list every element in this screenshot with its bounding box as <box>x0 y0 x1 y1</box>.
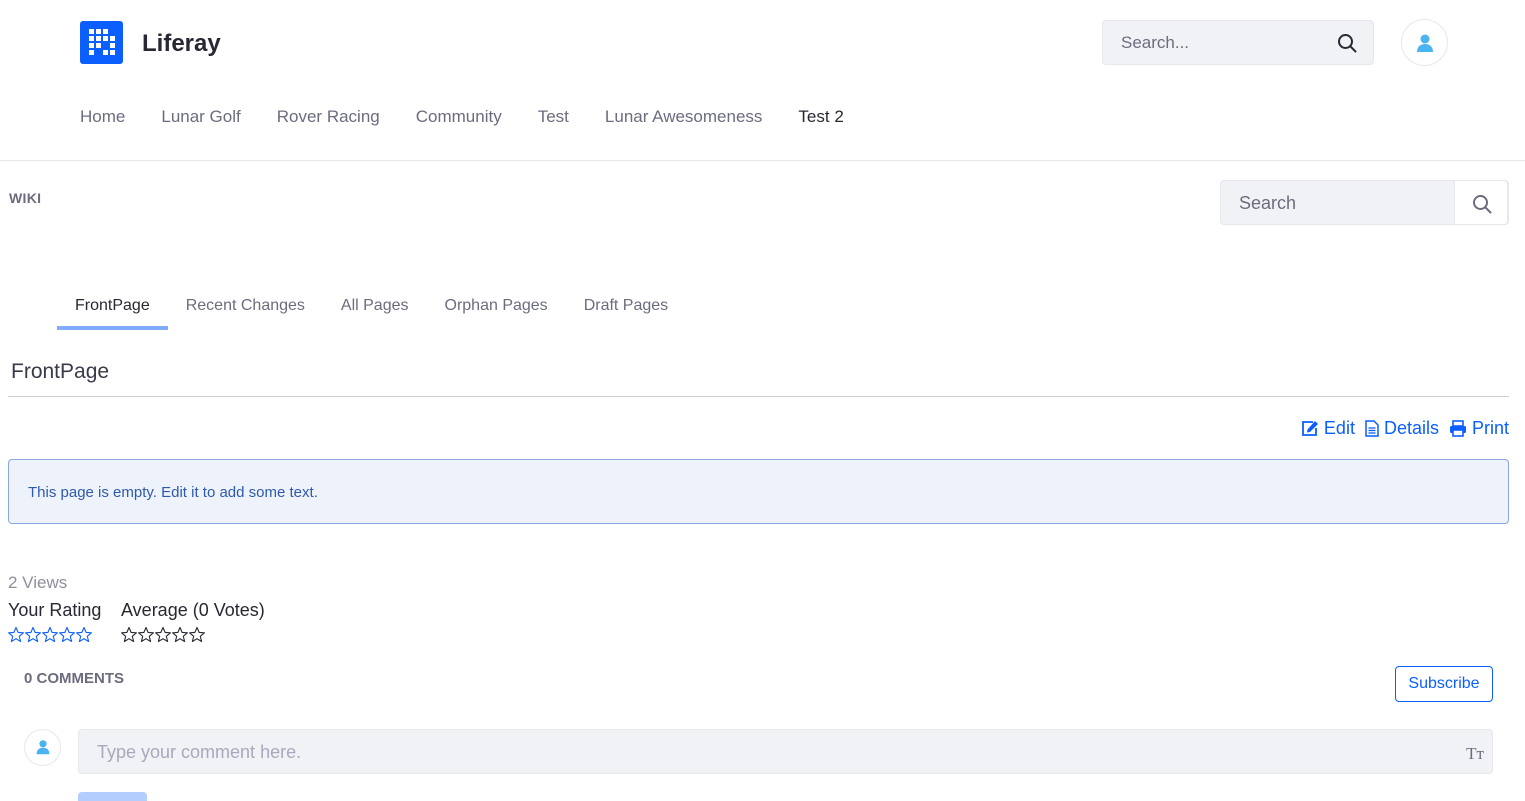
tab-frontpage[interactable]: FrontPage <box>57 286 168 330</box>
star-icon[interactable] <box>42 626 58 643</box>
search-icon[interactable] <box>1337 33 1357 58</box>
search-icon <box>1473 195 1492 214</box>
star-icon[interactable] <box>8 626 24 643</box>
tab-orphan-pages[interactable]: Orphan Pages <box>427 286 566 330</box>
star-icon <box>155 626 171 643</box>
tab-all-pages[interactable]: All Pages <box>323 286 427 330</box>
main-navigation: Home Lunar Golf Rover Racing Community T… <box>80 107 880 127</box>
print-link[interactable]: Print <box>1449 418 1509 439</box>
site-search-input[interactable] <box>1121 33 1331 53</box>
user-icon <box>36 740 50 755</box>
subscribe-button[interactable]: Subscribe <box>1395 666 1493 702</box>
star-icon <box>189 626 205 643</box>
wiki-search-button[interactable] <box>1454 180 1508 225</box>
comment-editor[interactable]: Tт <box>78 729 1493 774</box>
empty-page-alert: This page is empty. Edit it to add some … <box>8 459 1509 524</box>
header-divider <box>0 160 1525 161</box>
star-icon <box>121 626 137 643</box>
print-icon <box>1449 420 1466 437</box>
star-icon[interactable] <box>59 626 75 643</box>
your-rating-label: Your Rating <box>8 600 102 620</box>
your-rating-stars[interactable] <box>8 626 92 643</box>
comment-input[interactable] <box>97 742 1437 764</box>
wiki-search-input[interactable] <box>1239 193 1439 214</box>
empty-page-message: This page is empty. Edit it to add some … <box>28 484 318 501</box>
nav-item-rover-racing[interactable]: Rover Racing <box>277 107 380 127</box>
nav-item-test-2[interactable]: Test 2 <box>798 107 843 127</box>
average-rating-stars <box>121 626 205 643</box>
liferay-logo[interactable] <box>80 21 123 64</box>
nav-item-lunar-golf[interactable]: Lunar Golf <box>161 107 240 127</box>
print-label: Print <box>1471 418 1509 438</box>
document-icon <box>1365 420 1379 437</box>
wiki-tabs: FrontPage Recent Changes All Pages Orpha… <box>57 286 686 330</box>
star-icon[interactable] <box>25 626 41 643</box>
tab-draft-pages[interactable]: Draft Pages <box>566 286 686 330</box>
nav-item-test[interactable]: Test <box>538 107 569 127</box>
average-rating-label: Average (0 Votes) <box>121 600 265 620</box>
comments-count: 0 COMMENTS <box>24 670 125 687</box>
edit-icon <box>1302 421 1318 436</box>
details-link[interactable]: Details <box>1365 418 1439 439</box>
portlet-title: WIKI <box>9 190 42 206</box>
nav-item-home[interactable]: Home <box>80 107 125 127</box>
user-avatar-button[interactable] <box>1401 19 1448 66</box>
text-format-icon[interactable]: Tт <box>1466 744 1484 764</box>
reply-button[interactable] <box>78 792 147 801</box>
details-label: Details <box>1383 418 1439 438</box>
star-icon <box>138 626 154 643</box>
page-title: FrontPage <box>11 360 110 383</box>
star-icon[interactable] <box>76 626 92 643</box>
comment-avatar <box>24 729 61 766</box>
edit-label: Edit <box>1323 418 1355 438</box>
site-name[interactable]: Liferay <box>142 30 221 58</box>
tab-recent-changes[interactable]: Recent Changes <box>168 286 323 330</box>
title-divider <box>8 396 1509 397</box>
user-icon <box>1417 34 1433 52</box>
star-icon <box>172 626 188 643</box>
page-actions: Edit Details Print <box>1301 418 1509 439</box>
nav-item-lunar-awesomeness[interactable]: Lunar Awesomeness <box>605 107 763 127</box>
site-search[interactable] <box>1102 20 1374 65</box>
nav-item-community[interactable]: Community <box>416 107 502 127</box>
view-count: 2 Views <box>8 573 68 592</box>
edit-link[interactable]: Edit <box>1301 418 1355 439</box>
wiki-search[interactable] <box>1220 180 1509 225</box>
